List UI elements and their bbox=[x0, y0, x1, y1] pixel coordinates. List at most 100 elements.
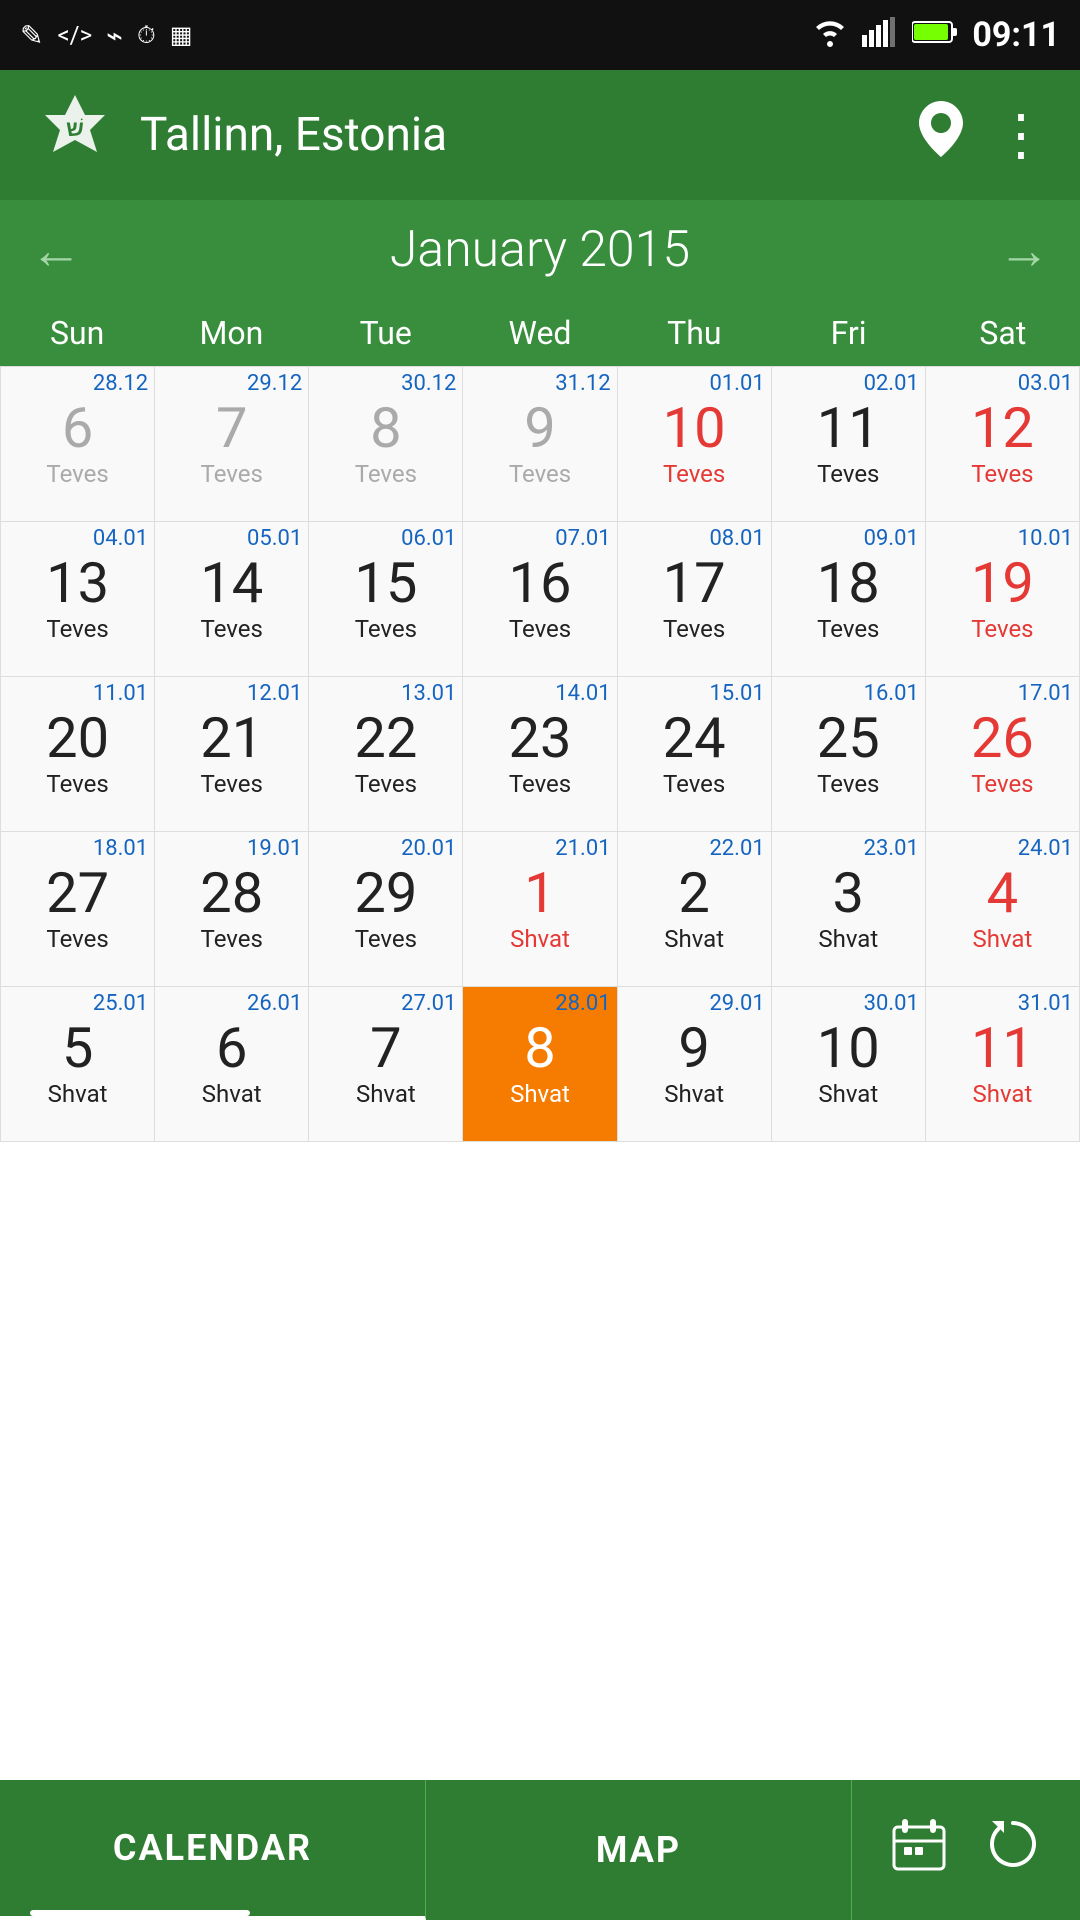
cell-hebrew: Teves bbox=[663, 615, 725, 643]
cell-day-num: 14 bbox=[200, 553, 263, 615]
cell-hebrew: Shvat bbox=[356, 1080, 416, 1108]
cell-day-num: 13 bbox=[46, 553, 109, 615]
cal-cell-w3d6[interactable]: 24.014Shvat bbox=[926, 832, 1080, 987]
barcode-icon: ▦ bbox=[170, 21, 193, 49]
cal-cell-w2d5[interactable]: 16.0125Teves bbox=[772, 677, 926, 832]
cal-cell-w2d2[interactable]: 13.0122Teves bbox=[309, 677, 463, 832]
status-time: 09:11 bbox=[972, 15, 1060, 55]
cal-cell-w0d1[interactable]: 29.127Teves bbox=[155, 367, 309, 522]
cell-date-small: 05.01 bbox=[247, 526, 302, 551]
cell-date-small: 22.01 bbox=[709, 836, 764, 861]
cal-cell-w3d2[interactable]: 20.0129Teves bbox=[309, 832, 463, 987]
cell-hebrew: Teves bbox=[663, 460, 725, 488]
cal-cell-w2d6[interactable]: 17.0126Teves bbox=[926, 677, 1080, 832]
header-icons: ⋮ bbox=[919, 101, 1050, 169]
app-title: Tallinn, Estonia bbox=[140, 108, 919, 162]
cell-day-num: 7 bbox=[370, 1018, 401, 1080]
cal-cell-w3d0[interactable]: 18.0127Teves bbox=[1, 832, 155, 987]
cal-cell-w1d6[interactable]: 10.0119Teves bbox=[926, 522, 1080, 677]
cell-hebrew: Teves bbox=[817, 770, 879, 798]
month-nav: ← January 2015 → bbox=[0, 200, 1080, 300]
cell-date-small: 23.01 bbox=[864, 836, 919, 861]
map-tab[interactable]: MAP bbox=[426, 1780, 852, 1920]
calendar-tab[interactable]: CALENDAR bbox=[0, 1780, 426, 1920]
cal-cell-w0d5[interactable]: 02.0111Teves bbox=[772, 367, 926, 522]
cal-cell-w1d3[interactable]: 07.0116Teves bbox=[463, 522, 617, 677]
cell-day-num: 23 bbox=[509, 708, 572, 770]
cal-cell-w1d4[interactable]: 08.0117Teves bbox=[618, 522, 772, 677]
cell-hebrew: Shvat bbox=[818, 1080, 878, 1108]
cal-cell-w0d3[interactable]: 31.129Teves bbox=[463, 367, 617, 522]
calendar-action-icon[interactable] bbox=[892, 1817, 946, 1884]
cal-cell-w4d5[interactable]: 30.0110Shvat bbox=[772, 987, 926, 1142]
cell-date-small: 30.12 bbox=[401, 371, 456, 396]
cell-date-small: 17.01 bbox=[1018, 681, 1073, 706]
cal-cell-w0d4[interactable]: 01.0110Teves bbox=[618, 367, 772, 522]
cal-cell-w4d2[interactable]: 27.017Shvat bbox=[309, 987, 463, 1142]
month-title: January 2015 bbox=[390, 221, 690, 279]
cal-cell-w0d6[interactable]: 03.0112Teves bbox=[926, 367, 1080, 522]
cell-day-num: 9 bbox=[524, 398, 555, 460]
cal-cell-w3d1[interactable]: 19.0128Teves bbox=[155, 832, 309, 987]
cell-day-num: 25 bbox=[817, 708, 880, 770]
cell-day-num: 1 bbox=[524, 863, 555, 925]
cell-day-num: 27 bbox=[46, 863, 109, 925]
cell-date-small: 11.01 bbox=[93, 681, 148, 706]
cell-hebrew: Shvat bbox=[818, 925, 878, 953]
wifi-icon bbox=[812, 17, 848, 54]
cell-date-small: 24.01 bbox=[1018, 836, 1073, 861]
cal-cell-w3d3[interactable]: 21.011Shvat bbox=[463, 832, 617, 987]
cell-day-num: 11 bbox=[817, 398, 880, 460]
cal-cell-w3d4[interactable]: 22.012Shvat bbox=[618, 832, 772, 987]
cal-cell-w3d5[interactable]: 23.013Shvat bbox=[772, 832, 926, 987]
cell-day-num: 11 bbox=[971, 1018, 1034, 1080]
prev-month-button[interactable]: ← bbox=[30, 220, 82, 281]
cell-day-num: 22 bbox=[354, 708, 417, 770]
status-bar: ✎ </> ⌁ ⏱ ▦ 09:11 bbox=[0, 0, 1080, 70]
svg-text:שׁ: שׁ bbox=[66, 117, 84, 142]
cell-hebrew: Teves bbox=[509, 770, 571, 798]
day-header-mon: Mon bbox=[154, 300, 308, 366]
cell-date-small: 21.01 bbox=[555, 836, 610, 861]
cell-day-num: 29 bbox=[354, 863, 417, 925]
app-logo: שׁ bbox=[30, 90, 120, 180]
cell-date-small: 26.01 bbox=[247, 991, 302, 1016]
cal-cell-w2d1[interactable]: 12.0121Teves bbox=[155, 677, 309, 832]
status-left-icons: ✎ </> ⌁ ⏱ ▦ bbox=[20, 19, 192, 52]
cal-cell-w1d0[interactable]: 04.0113Teves bbox=[1, 522, 155, 677]
cell-hebrew: Teves bbox=[201, 770, 263, 798]
more-icon[interactable]: ⋮ bbox=[993, 107, 1050, 163]
cal-cell-w2d3[interactable]: 14.0123Teves bbox=[463, 677, 617, 832]
refresh-icon[interactable] bbox=[986, 1817, 1040, 1884]
cell-day-num: 28 bbox=[200, 863, 263, 925]
code-icon: </> bbox=[57, 21, 92, 49]
cal-cell-w4d3[interactable]: 28.018Shvat bbox=[463, 987, 617, 1142]
cal-cell-w1d5[interactable]: 09.0118Teves bbox=[772, 522, 926, 677]
cal-cell-w1d2[interactable]: 06.0115Teves bbox=[309, 522, 463, 677]
cell-date-small: 29.12 bbox=[247, 371, 302, 396]
cal-cell-w1d1[interactable]: 05.0114Teves bbox=[155, 522, 309, 677]
bottom-nav: CALENDAR MAP bbox=[0, 1780, 1080, 1920]
cell-date-small: 28.01 bbox=[555, 991, 610, 1016]
cell-date-small: 20.01 bbox=[401, 836, 456, 861]
cell-date-small: 27.01 bbox=[401, 991, 456, 1016]
cal-cell-w0d2[interactable]: 30.128Teves bbox=[309, 367, 463, 522]
cal-cell-w4d4[interactable]: 29.019Shvat bbox=[618, 987, 772, 1142]
app-header: שׁ Tallinn, Estonia ⋮ bbox=[0, 70, 1080, 200]
cal-cell-w4d0[interactable]: 25.015Shvat bbox=[1, 987, 155, 1142]
cell-hebrew: Teves bbox=[46, 925, 108, 953]
cell-day-num: 10 bbox=[663, 398, 726, 460]
cal-cell-w4d6[interactable]: 31.0111Shvat bbox=[926, 987, 1080, 1142]
cal-cell-w2d0[interactable]: 11.0120Teves bbox=[1, 677, 155, 832]
next-month-button[interactable]: → bbox=[998, 220, 1050, 281]
cell-hebrew: Teves bbox=[355, 615, 417, 643]
cell-hebrew: Teves bbox=[509, 460, 571, 488]
cell-day-num: 2 bbox=[678, 863, 709, 925]
location-icon[interactable] bbox=[919, 101, 963, 169]
cell-date-small: 03.01 bbox=[1018, 371, 1073, 396]
cal-cell-w2d4[interactable]: 15.0124Teves bbox=[618, 677, 772, 832]
cell-day-num: 19 bbox=[971, 553, 1034, 615]
cell-hebrew: Shvat bbox=[510, 1080, 570, 1108]
cal-cell-w4d1[interactable]: 26.016Shvat bbox=[155, 987, 309, 1142]
cal-cell-w0d0[interactable]: 28.126Teves bbox=[1, 367, 155, 522]
